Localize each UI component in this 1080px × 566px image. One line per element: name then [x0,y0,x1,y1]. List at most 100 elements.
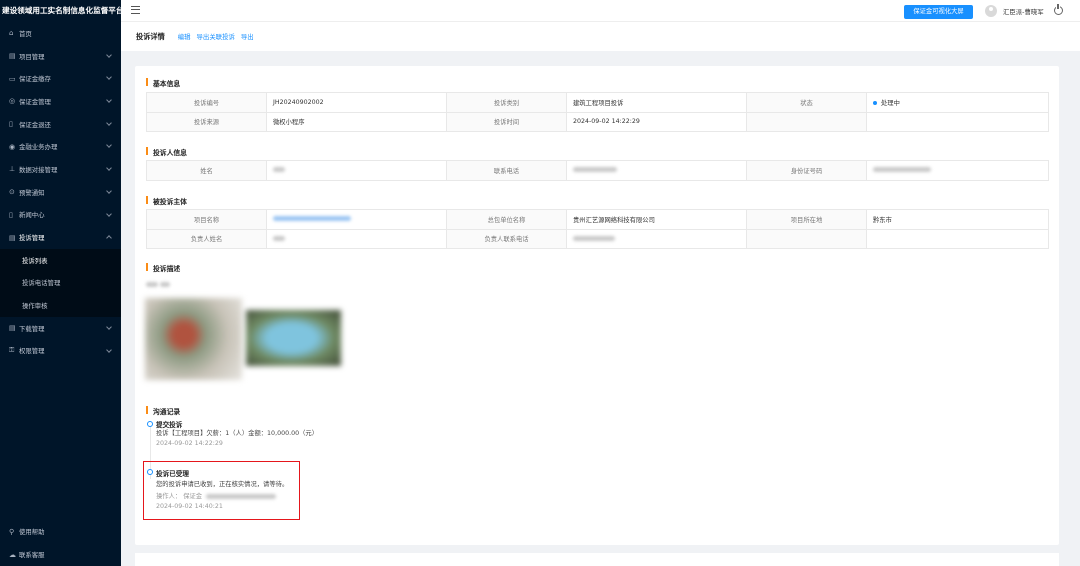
highlight-box [143,461,300,520]
user-name[interactable]: 汇臣派-曹晓军 [1003,7,1044,16]
complainant-phone-redacted [566,160,747,181]
manager-name-redacted [266,228,447,249]
help-icon: ⚲ [9,527,15,536]
chevron-down-icon [106,346,112,353]
contractor-label: 总包单位名称 [446,209,567,230]
name-label: 姓名 [146,160,267,181]
status-badge: 处理中 [866,92,1049,113]
section-title-subject: 被投诉主体 [146,196,187,206]
sidebar-item[interactable]: ▤ 项目管理 [0,45,121,68]
sidebar-item[interactable]: ▭ 保证金缴存 [0,67,121,90]
project-icon: ▤ [9,52,16,61]
sidebar-item[interactable]: ▤ 下载管理 [0,317,121,340]
finance-icon: ◉ [9,142,16,151]
timeline-dot-icon [147,421,153,427]
chevron-up-icon [106,235,112,242]
data-icon: ⊥ [9,165,16,174]
sidebar-item[interactable]: ◎ 保证金管理 [0,90,121,113]
refund-icon: ▯ [9,120,13,129]
sidebar-item[interactable]: ☁ 联系客服 [0,543,121,566]
sidebar-item[interactable]: ▯ 保证金退还 [0,113,121,136]
subject-table: 项目名称 总包单位名称 贵州汇艺源网络科技有限公司 项目所在地 黔东市 负责人姓… [146,209,1049,249]
project-name-redacted-link[interactable] [266,209,447,230]
platform-title: 建设领域用工实名制信息化监督平台 [2,6,121,15]
sidebar-item-label: 保证金管理 [19,97,51,106]
record-desc: 投诉【工程项目】欠薪：1（人）金额：10,000.00（元） [156,430,318,437]
edit-link[interactable]: 编辑 [178,32,191,41]
export-related-link[interactable]: 导出关联投诉 [197,32,235,41]
section-title-complainant: 投诉人信息 [146,147,187,157]
deposit-icon: ▭ [9,74,16,83]
sidebar-item[interactable]: ▤ 投诉管理 [0,226,121,249]
chevron-down-icon [106,97,112,103]
sidebar-item-label: 新闻中心 [19,211,45,220]
project-location: 黔东市 [866,209,1049,230]
sidebar-item-label: 金融业务办理 [19,143,58,152]
page-title: 投诉详情 [136,31,165,41]
phone-label: 联系电话 [446,160,567,181]
chevron-down-icon [106,119,112,126]
sidebar-item-label: 项目管理 [19,52,45,61]
project-name-label: 项目名称 [146,209,267,230]
sidebar-item-label: 首页 [19,29,32,38]
sidebar-item[interactable]: ⊙ 预警通知 [0,181,121,204]
submenu-item[interactable]: 投诉列表 [0,249,121,272]
visual-screen-button[interactable]: 保证金可视化大屏 [904,5,973,19]
sidebar-item-label: 权限管理 [19,347,45,356]
section-title-basic: 基本信息 [146,78,180,88]
manager-name-label: 负责人姓名 [146,228,267,249]
sidebar-item-label: 联系客服 [19,551,45,559]
sidebar-item[interactable]: ⌂ 首页 [0,22,121,45]
submenu-item[interactable]: 投诉电话管理 [0,272,121,295]
complaint-detail-card: 基本信息 投诉编号 JH20240902002 投诉类别 建筑工程项目投诉 状态… [135,66,1059,545]
complaint-no-label: 投诉编号 [146,92,267,113]
record-time: 2024-09-02 14:22:29 [156,440,223,447]
manager-phone-redacted [566,228,747,249]
complaint-time: 2024-09-02 14:22:29 [566,111,747,132]
footer-card [135,553,1059,566]
guarantee-icon: ◎ [9,97,16,106]
chevron-down-icon [106,187,112,194]
complaint-source: 微权小程序 [266,111,447,132]
evidence-image-2[interactable] [246,310,341,366]
sidebar-item[interactable]: ⊥ 数据对接管理 [0,158,121,181]
sidebar-item-label: 保证金退还 [19,120,51,129]
service-icon: ☁ [9,550,16,559]
page-header: 投诉详情 编辑 导出关联投诉 导出 [121,22,1080,51]
menu-toggle-icon[interactable] [131,6,140,15]
evidence-image-1[interactable] [145,298,242,380]
complaint-time-label: 投诉时间 [446,111,567,132]
section-title-description: 投诉描述 [146,263,180,273]
contractor-name: 贵州汇艺源网络科技有限公司 [566,209,747,230]
location-label: 项目所在地 [746,209,867,230]
complainant-table: 姓名 联系电话 身份证号码 [146,160,1049,181]
chevron-down-icon [106,51,112,58]
logout-icon[interactable] [1054,4,1063,15]
sidebar-item-label: 数据对接管理 [19,165,58,174]
chevron-down-icon [106,142,112,149]
sidebar-item[interactable]: ⚿ 权限管理 [0,340,121,363]
avatar[interactable] [985,5,997,17]
sidebar-item[interactable]: ▯ 新闻中心 [0,204,121,227]
complaint-type-label: 投诉类别 [446,92,567,113]
warning-icon: ⊙ [9,188,15,197]
topbar: 保证金可视化大屏 汇臣派-曹晓军 [121,0,1080,22]
chevron-down-icon [106,210,112,217]
export-link[interactable]: 导出 [241,32,254,41]
complaint-type: 建筑工程项目投诉 [566,92,747,113]
chevron-down-icon [106,324,112,330]
submenu-item[interactable]: 操作审核 [0,294,121,317]
complainant-name-redacted [266,160,447,181]
complainant-id-redacted [866,160,1049,181]
sidebar-item[interactable]: ◉ 金融业务办理 [0,135,121,158]
manager-phone-label: 负责人联系电话 [446,228,567,249]
status-text: 处理中 [881,99,900,107]
chevron-down-icon [106,74,112,81]
sidebar-item-label: 投诉管理 [19,234,45,243]
source-label: 投诉来源 [146,111,267,132]
status-label: 状态 [746,92,867,113]
basic-info-table: 投诉编号 JH20240902002 投诉类别 建筑工程项目投诉 状态 处理中 … [146,92,1049,132]
id-label: 身份证号码 [746,160,867,181]
sidebar-item[interactable]: ⚲ 使用帮助 [0,520,121,543]
sidebar-item-label: 使用帮助 [19,528,45,536]
